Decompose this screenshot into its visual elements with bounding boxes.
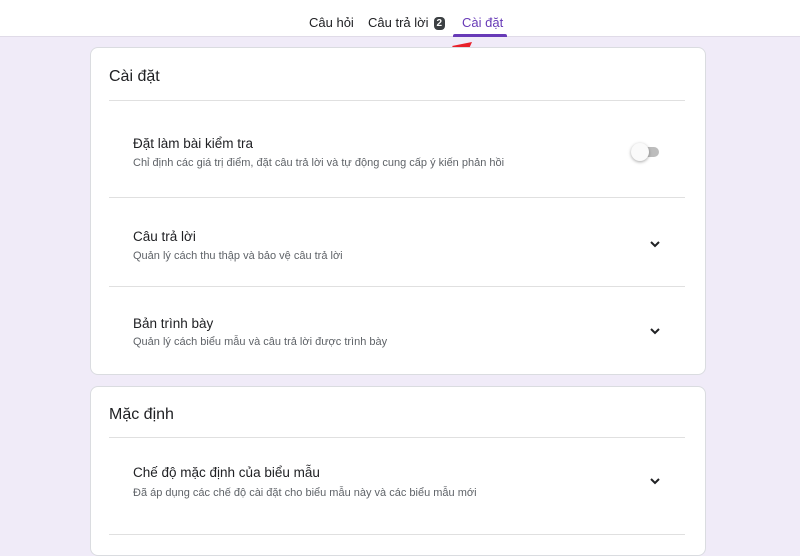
top-tab-bar: Câu hỏi Câu trả lời 2 Cài đặt: [0, 0, 800, 37]
row-subtitle: Quản lý cách thu thập và bảo vệ câu trả …: [133, 250, 343, 262]
chevron-down-icon[interactable]: [649, 475, 661, 487]
row-subtitle: Chỉ định các giá trị điểm, đặt câu trả l…: [133, 157, 505, 169]
settings-row-quiz[interactable]: Đặt làm bài kiểm tra Chỉ định các giá tr…: [109, 110, 685, 198]
settings-card: Cài đặt Đặt làm bài kiểm tra Chỉ định cá…: [90, 47, 706, 375]
tab-responses-label: Câu trả lời: [368, 15, 429, 30]
row-subtitle: Quản lý cách biểu mẫu và câu trả lời đượ…: [133, 336, 388, 348]
quiz-toggle[interactable]: [631, 142, 661, 162]
defaults-row-form-defaults[interactable]: Chế độ mặc định của biểu mẫu Đã áp dụng …: [109, 447, 685, 535]
settings-row-responses[interactable]: Câu trả lời Quản lý cách thu thập và bảo…: [109, 199, 685, 287]
defaults-card-title: Mặc định: [109, 406, 174, 423]
tab-settings[interactable]: Cài đặt: [462, 15, 503, 30]
tab-questions[interactable]: Câu hỏi: [309, 15, 354, 30]
active-tab-indicator: [453, 34, 507, 37]
row-title: Đặt làm bài kiểm tra: [133, 136, 254, 151]
settings-card-title: Cài đặt: [109, 68, 160, 85]
chevron-down-icon[interactable]: [649, 238, 661, 250]
row-title: Câu trả lời: [133, 229, 196, 244]
settings-row-presentation[interactable]: Bản trình bày Quản lý cách biểu mẫu và c…: [109, 288, 685, 376]
divider: [109, 437, 685, 438]
tab-responses[interactable]: Câu trả lời 2: [368, 15, 446, 30]
responses-count-badge: 2: [433, 17, 446, 30]
row-title: Bản trình bày: [133, 316, 214, 331]
divider: [109, 100, 685, 101]
row-subtitle: Đã áp dụng các chế độ cài đặt cho biểu m…: [133, 487, 477, 499]
chevron-down-icon[interactable]: [649, 325, 661, 337]
row-title: Chế độ mặc định của biểu mẫu: [133, 465, 320, 480]
defaults-card: Mặc định Chế độ mặc định của biểu mẫu Đã…: [90, 386, 706, 556]
